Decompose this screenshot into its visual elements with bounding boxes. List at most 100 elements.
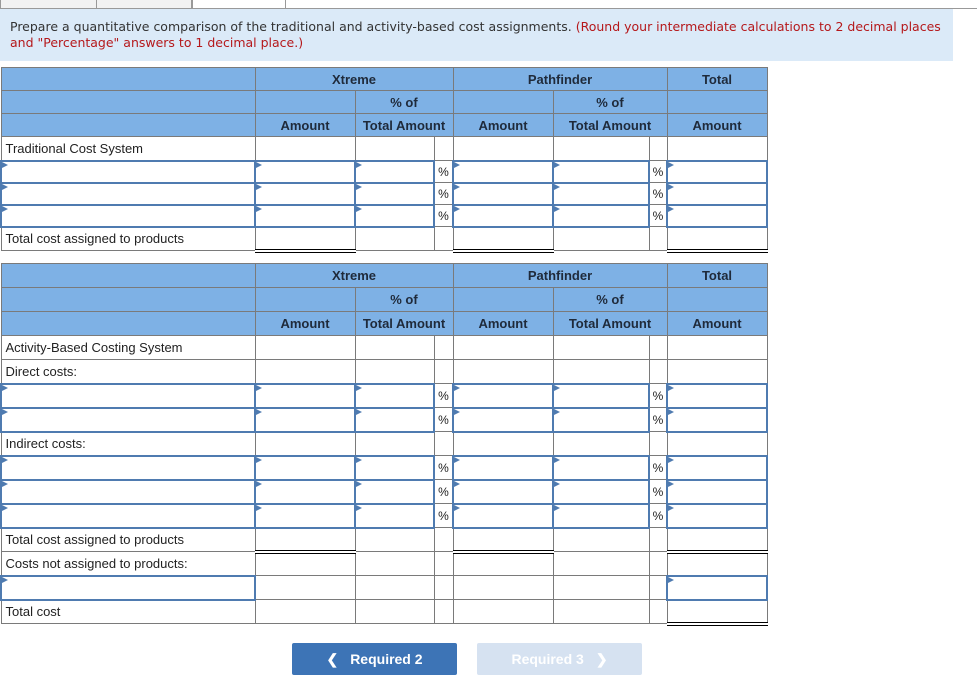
row-label-field[interactable] bbox=[2, 408, 254, 431]
row-label-input[interactable] bbox=[0, 454, 256, 481]
row-label-field[interactable] bbox=[2, 161, 254, 182]
not-assigned-amount-field[interactable] bbox=[668, 576, 766, 599]
row-label-field[interactable] bbox=[2, 456, 254, 479]
xtreme-amount-input[interactable] bbox=[254, 203, 356, 228]
pathfinder-pct-input[interactable] bbox=[552, 382, 650, 409]
total-amount-field[interactable] bbox=[668, 384, 766, 407]
total-amount-field[interactable] bbox=[668, 161, 766, 182]
pathfinder-pct-field[interactable] bbox=[554, 456, 648, 479]
row-label-field[interactable] bbox=[2, 183, 254, 204]
pathfinder-pct-field[interactable] bbox=[554, 205, 648, 226]
pathfinder-amount-input[interactable] bbox=[452, 406, 554, 433]
row-label-input[interactable] bbox=[0, 478, 256, 505]
pathfinder-amount-input[interactable] bbox=[452, 382, 554, 409]
pathfinder-amount-input[interactable] bbox=[452, 478, 554, 505]
total-amount-field[interactable] bbox=[668, 504, 766, 527]
tab-2[interactable] bbox=[96, 0, 192, 9]
pathfinder-pct-field[interactable] bbox=[554, 504, 648, 527]
total-amount-input[interactable] bbox=[666, 181, 768, 206]
total-amount-field[interactable] bbox=[668, 456, 766, 479]
pathfinder-amount-field[interactable] bbox=[454, 205, 552, 226]
total-amount-input[interactable] bbox=[666, 203, 768, 228]
xtreme-amount-input[interactable] bbox=[254, 454, 356, 481]
xtreme-pct-input[interactable] bbox=[354, 478, 435, 505]
xtreme-amount-field[interactable] bbox=[256, 480, 354, 503]
pathfinder-amount-field[interactable] bbox=[454, 408, 552, 431]
total-amount-input[interactable] bbox=[666, 454, 768, 481]
xtreme-pct-field[interactable] bbox=[356, 456, 433, 479]
pathfinder-pct-field[interactable] bbox=[554, 161, 648, 182]
not-assigned-label-field[interactable] bbox=[2, 576, 254, 599]
pathfinder-amount-input[interactable] bbox=[452, 502, 554, 529]
pathfinder-amount-field[interactable] bbox=[454, 183, 552, 204]
pathfinder-amount-field[interactable] bbox=[454, 504, 552, 527]
total-amount-field[interactable] bbox=[668, 480, 766, 503]
xtreme-pct-input[interactable] bbox=[354, 382, 435, 409]
xtreme-pct-input[interactable] bbox=[354, 181, 435, 206]
row-label-input[interactable] bbox=[0, 159, 256, 184]
pathfinder-pct-input[interactable] bbox=[552, 406, 650, 433]
xtreme-amount-input[interactable] bbox=[254, 382, 356, 409]
row-label-field[interactable] bbox=[2, 205, 254, 226]
xtreme-amount-field[interactable] bbox=[256, 504, 354, 527]
xtreme-amount-field[interactable] bbox=[256, 205, 354, 226]
xtreme-amount-input[interactable] bbox=[254, 181, 356, 206]
pathfinder-amount-input[interactable] bbox=[452, 203, 554, 228]
total-amount-input[interactable] bbox=[666, 159, 768, 184]
xtreme-amount-input[interactable] bbox=[254, 502, 356, 529]
pathfinder-pct-field[interactable] bbox=[554, 408, 648, 431]
row-label-field[interactable] bbox=[2, 504, 254, 527]
xtreme-pct-field[interactable] bbox=[356, 384, 433, 407]
row-label-input[interactable] bbox=[0, 502, 256, 529]
xtreme-amount-field[interactable] bbox=[256, 456, 354, 479]
xtreme-pct-field[interactable] bbox=[356, 480, 433, 503]
xtreme-amount-field[interactable] bbox=[256, 384, 354, 407]
pathfinder-pct-input[interactable] bbox=[552, 159, 650, 184]
xtreme-amount-input[interactable] bbox=[254, 406, 356, 433]
pathfinder-amount-input[interactable] bbox=[452, 159, 554, 184]
prev-required-2-button[interactable]: ❮ Required 2 bbox=[292, 643, 457, 675]
total-amount-field[interactable] bbox=[668, 183, 766, 204]
next-required-3-button[interactable]: Required 3 ❯ bbox=[477, 643, 642, 675]
xtreme-pct-field[interactable] bbox=[356, 408, 433, 431]
row-label-field[interactable] bbox=[2, 480, 254, 503]
pathfinder-pct-input[interactable] bbox=[552, 454, 650, 481]
tab-3-active[interactable] bbox=[192, 0, 286, 8]
xtreme-amount-field[interactable] bbox=[256, 183, 354, 204]
pathfinder-pct-field[interactable] bbox=[554, 384, 648, 407]
total-amount-input[interactable] bbox=[666, 478, 768, 505]
xtreme-amount-input[interactable] bbox=[254, 478, 356, 505]
pathfinder-amount-input[interactable] bbox=[452, 181, 554, 206]
not-assigned-amount-input[interactable] bbox=[666, 574, 768, 601]
row-label-input[interactable] bbox=[0, 382, 256, 409]
pathfinder-pct-input[interactable] bbox=[552, 502, 650, 529]
xtreme-pct-field[interactable] bbox=[356, 183, 433, 204]
row-label-input[interactable] bbox=[0, 203, 256, 228]
total-amount-input[interactable] bbox=[666, 406, 768, 433]
pathfinder-pct-field[interactable] bbox=[554, 480, 648, 503]
row-label-input[interactable] bbox=[0, 406, 256, 433]
pathfinder-amount-field[interactable] bbox=[454, 161, 552, 182]
pathfinder-amount-input[interactable] bbox=[452, 454, 554, 481]
xtreme-pct-field[interactable] bbox=[356, 205, 433, 226]
pathfinder-amount-field[interactable] bbox=[454, 384, 552, 407]
total-amount-field[interactable] bbox=[668, 205, 766, 226]
pathfinder-pct-input[interactable] bbox=[552, 203, 650, 228]
xtreme-amount-field[interactable] bbox=[256, 161, 354, 182]
pathfinder-pct-field[interactable] bbox=[554, 183, 648, 204]
xtreme-pct-input[interactable] bbox=[354, 454, 435, 481]
row-label-field[interactable] bbox=[2, 384, 254, 407]
xtreme-pct-input[interactable] bbox=[354, 203, 435, 228]
xtreme-amount-input[interactable] bbox=[254, 159, 356, 184]
row-label-input[interactable] bbox=[0, 181, 256, 206]
xtreme-pct-input[interactable] bbox=[354, 159, 435, 184]
xtreme-pct-field[interactable] bbox=[356, 161, 433, 182]
pathfinder-pct-input[interactable] bbox=[552, 181, 650, 206]
not-assigned-label-input[interactable] bbox=[0, 574, 256, 601]
xtreme-pct-input[interactable] bbox=[354, 406, 435, 433]
total-amount-input[interactable] bbox=[666, 382, 768, 409]
xtreme-pct-field[interactable] bbox=[356, 504, 433, 527]
xtreme-pct-input[interactable] bbox=[354, 502, 435, 529]
pathfinder-pct-input[interactable] bbox=[552, 478, 650, 505]
pathfinder-amount-field[interactable] bbox=[454, 480, 552, 503]
